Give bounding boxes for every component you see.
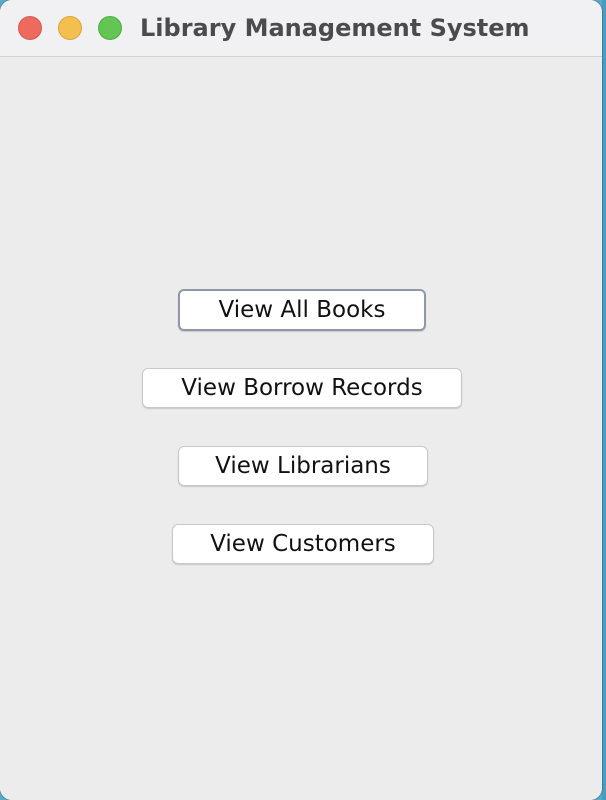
zoom-window-icon[interactable] [98,16,122,40]
minimize-window-icon[interactable] [58,16,82,40]
view-customers-button[interactable]: View Customers [172,524,434,564]
desktop-background [602,0,606,800]
close-window-icon[interactable] [18,16,42,40]
view-all-books-button[interactable]: View All Books [178,289,426,331]
main-panel: View All Books View Borrow Records View … [0,57,602,800]
app-window: Library Management System View All Books… [0,0,602,800]
view-borrow-records-button[interactable]: View Borrow Records [142,368,462,408]
view-librarians-button[interactable]: View Librarians [178,446,428,486]
title-bar: Library Management System [0,0,602,57]
window-title: Library Management System [140,14,530,42]
